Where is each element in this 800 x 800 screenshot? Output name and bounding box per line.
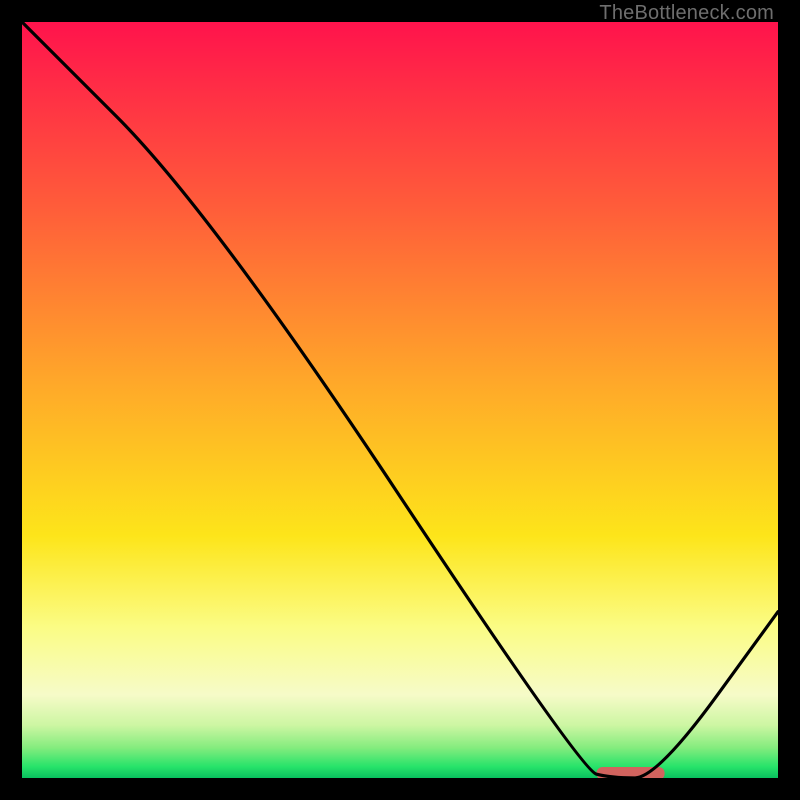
chart-svg — [22, 22, 778, 778]
watermark-text: TheBottleneck.com — [599, 2, 774, 25]
chart-frame — [22, 22, 778, 778]
